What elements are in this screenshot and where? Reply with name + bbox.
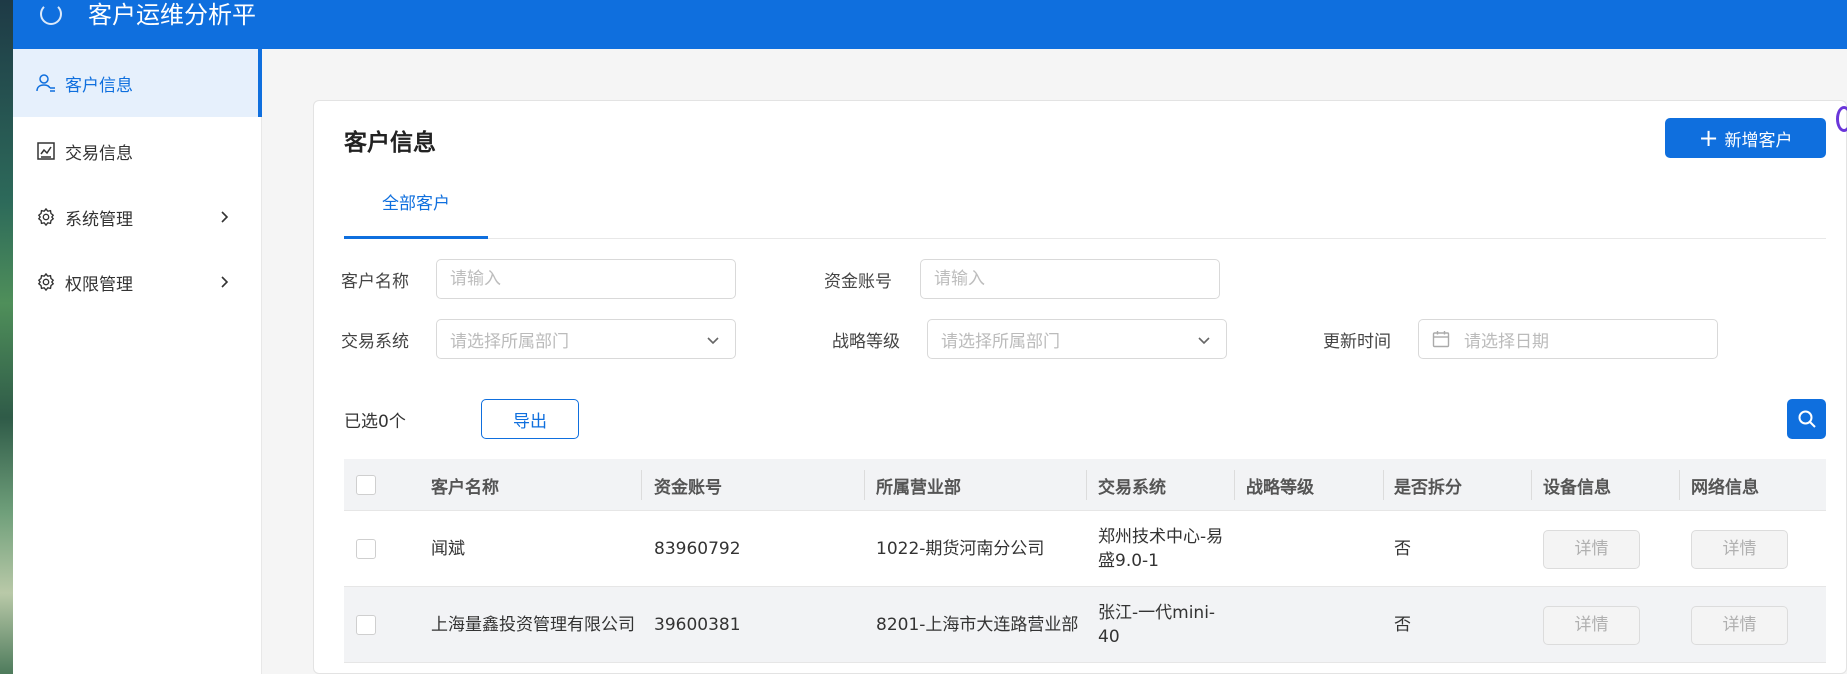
- sidebar-item-label: 交易信息: [65, 143, 133, 164]
- sidebar-item-label: 权限管理: [65, 274, 133, 295]
- column-divider: [864, 470, 865, 500]
- add-customer-label: 新增客户: [1724, 130, 1793, 151]
- trading-system-label: 交易系统: [341, 332, 409, 352]
- strategy-level-label: 战略等级: [832, 332, 900, 352]
- column-divider: [1679, 470, 1680, 500]
- column-header: 资金账号: [654, 477, 722, 498]
- strategy-level-select[interactable]: 请选择所属部门: [927, 319, 1227, 359]
- trading-system-cell: 郑州技术中心-易盛9.0-1: [1098, 527, 1224, 571]
- floating-widget-edge[interactable]: [1836, 106, 1847, 132]
- column-divider: [641, 470, 642, 500]
- network-detail-button[interactable]: 详情: [1691, 605, 1788, 645]
- tab-all-customers[interactable]: 全部客户: [344, 166, 488, 239]
- export-button[interactable]: 导出: [481, 399, 579, 439]
- fund-account-input[interactable]: [934, 269, 1219, 289]
- chevron-down-icon: [707, 337, 719, 345]
- split-cell: 否: [1394, 539, 1411, 559]
- selected-count: 已选0个: [344, 412, 406, 432]
- page-title: 客户信息: [344, 130, 436, 156]
- network-detail-button[interactable]: 详情: [1691, 529, 1788, 569]
- search-icon: [1798, 410, 1816, 428]
- column-header: 战略等级: [1246, 477, 1314, 498]
- customer-name-input[interactable]: [450, 269, 735, 289]
- chevron-right-icon: [214, 207, 234, 227]
- column-divider: [1234, 470, 1235, 500]
- column-header: 是否拆分: [1394, 477, 1462, 498]
- chart-icon: [35, 140, 57, 162]
- strategy-level-placeholder: 请选择所属部门: [941, 331, 1060, 352]
- branch-cell: 8201-上海市大连路营业部: [876, 615, 1079, 635]
- column-divider: [1383, 470, 1384, 500]
- user-icon: [35, 72, 57, 94]
- column-divider: [1086, 470, 1087, 500]
- sidebar-item-customer-info[interactable]: 客户信息: [13, 49, 262, 117]
- split-cell: 否: [1394, 615, 1411, 635]
- network-info-cell: 详情: [1691, 587, 1788, 663]
- top-header-bar: 客户运维分析平: [13, 0, 1847, 49]
- update-time-placeholder: 请选择日期: [1464, 331, 1549, 352]
- select-all-checkbox[interactable]: [356, 475, 376, 495]
- background-strip: [0, 0, 13, 674]
- device-detail-button[interactable]: 详情: [1543, 529, 1640, 569]
- device-info-cell: 详情: [1543, 511, 1640, 587]
- gear-icon: [35, 206, 57, 228]
- device-info-cell: 详情: [1543, 587, 1640, 663]
- add-customer-button[interactable]: + 新增客户: [1665, 118, 1826, 158]
- column-header: 设备信息: [1543, 477, 1611, 498]
- column-header: 所属营业部: [876, 477, 961, 498]
- trading-system-placeholder: 请选择所属部门: [450, 331, 569, 352]
- fund-account-cell: 39600381: [654, 615, 741, 635]
- table-row: 上海量鑫投资管理有限公司 39600381 8201-上海市大连路营业部 张江-…: [344, 587, 1826, 663]
- column-header: 客户名称: [431, 477, 499, 498]
- row-checkbox[interactable]: [356, 539, 376, 559]
- trading-system-cell: 张江-一代mini-40: [1098, 603, 1216, 647]
- table-row: 闻斌 83960792 1022-期货河南分公司 郑州技术中心-易盛9.0-1 …: [344, 511, 1826, 587]
- sidebar-item-label: 客户信息: [65, 75, 133, 96]
- chevron-right-icon: [214, 272, 234, 292]
- loading-logo-icon: [40, 3, 62, 25]
- fund-account-field[interactable]: [920, 259, 1220, 299]
- gear-icon: [35, 271, 57, 293]
- table-header: 客户名称 资金账号 所属营业部 交易系统 战略等级 是否拆分 设备信息 网络信息: [344, 459, 1826, 511]
- row-checkbox-cell: [356, 511, 376, 587]
- chevron-down-icon: [1198, 337, 1210, 345]
- update-time-label: 更新时间: [1323, 332, 1391, 352]
- column-divider: [1531, 470, 1532, 500]
- calendar-icon: [1432, 331, 1450, 348]
- row-checkbox-cell: [356, 587, 376, 663]
- sidebar-item-label: 系统管理: [65, 209, 133, 230]
- app-title: 客户运维分析平: [88, 1, 256, 29]
- search-button[interactable]: [1787, 399, 1826, 439]
- customer-info-card: 客户信息 + 新增客户 全部客户 客户名称 资金账号 交易系统 请选择所属部门 …: [313, 100, 1847, 674]
- fund-account-cell: 83960792: [654, 539, 741, 559]
- row-checkbox[interactable]: [356, 615, 376, 635]
- select-all-checkbox-cell: [356, 459, 376, 511]
- plus-icon: +: [1698, 124, 1719, 152]
- branch-cell: 1022-期货河南分公司: [876, 539, 1045, 559]
- column-header: 交易系统: [1098, 477, 1166, 498]
- trading-system-select[interactable]: 请选择所属部门: [436, 319, 736, 359]
- sidebar-item-permission-management[interactable]: 权限管理: [13, 248, 262, 316]
- update-time-picker[interactable]: 请选择日期: [1418, 319, 1718, 359]
- sidebar-item-system-management[interactable]: 系统管理: [13, 183, 262, 251]
- sidebar: 客户信息 交易信息 系统管理 权限管理: [13, 49, 262, 674]
- customer-name-label: 客户名称: [341, 272, 409, 292]
- network-info-cell: 详情: [1691, 511, 1788, 587]
- sidebar-item-trade-info[interactable]: 交易信息: [13, 117, 262, 185]
- fund-account-label: 资金账号: [824, 272, 892, 292]
- device-detail-button[interactable]: 详情: [1543, 605, 1640, 645]
- customer-name-cell: 闻斌: [431, 539, 465, 559]
- tab-strip: 全部客户: [344, 166, 1826, 239]
- column-header: 网络信息: [1691, 477, 1759, 498]
- customer-name-cell: 上海量鑫投资管理有限公司: [431, 615, 635, 635]
- customer-name-field[interactable]: [436, 259, 736, 299]
